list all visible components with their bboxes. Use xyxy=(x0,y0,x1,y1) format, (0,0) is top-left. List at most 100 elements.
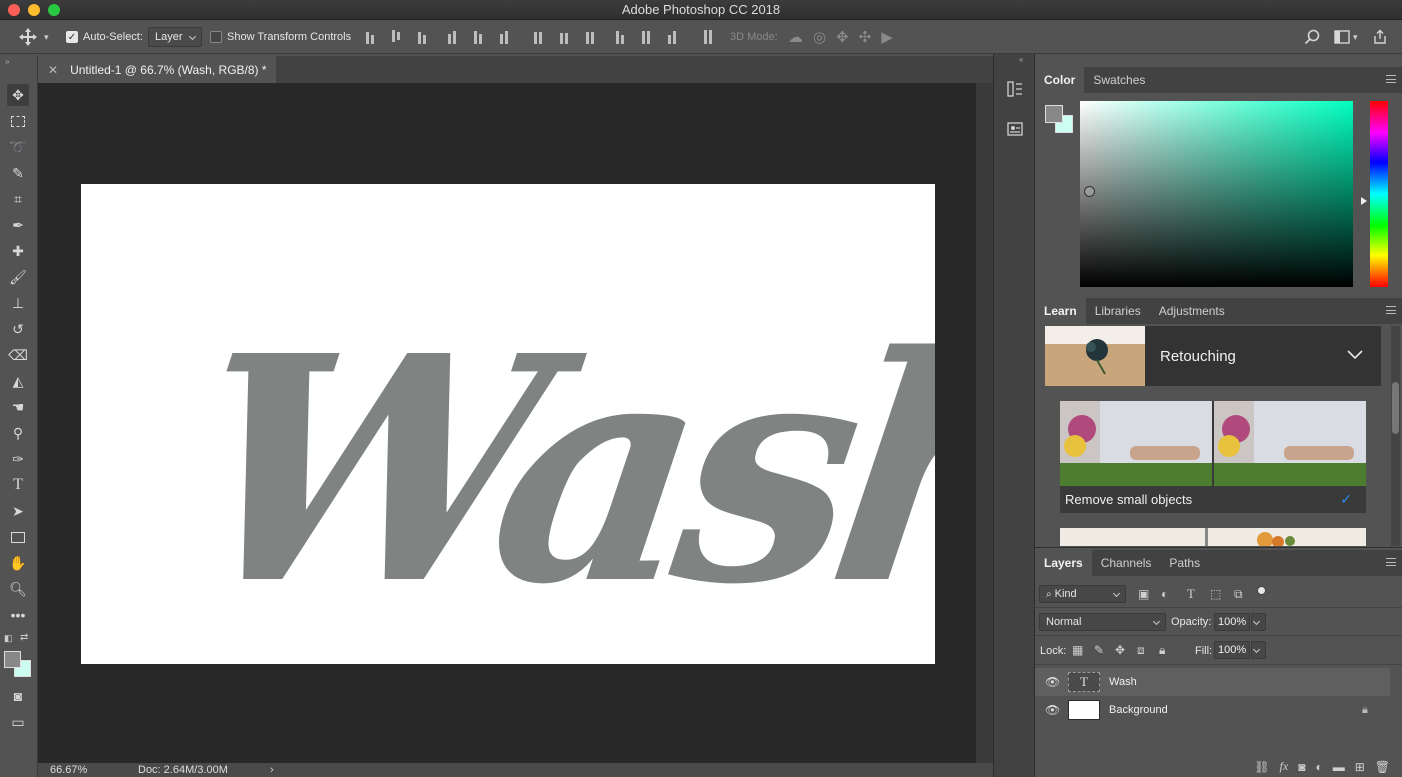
screen-mode-icon[interactable]: ▭ xyxy=(7,711,29,733)
learn-panel-scroll-thumb[interactable] xyxy=(1392,382,1399,434)
zoom-level[interactable]: 66.67% xyxy=(50,764,87,776)
filter-pixel-icon[interactable]: ▣ xyxy=(1138,587,1149,601)
eyedropper-tool-icon[interactable]: ✒ xyxy=(7,214,29,236)
foreground-color-swatch[interactable] xyxy=(4,651,21,668)
tab-layers[interactable]: Layers xyxy=(1035,550,1092,576)
3d-roll-icon[interactable]: ◎ xyxy=(813,28,826,46)
3d-slide-icon[interactable]: ✣ xyxy=(859,28,872,46)
align-left-icon[interactable] xyxy=(444,28,460,44)
default-colors-icon[interactable]: ◧ xyxy=(4,633,13,644)
color-panel-foreground-swatch[interactable] xyxy=(1045,105,1063,123)
tab-adjustments[interactable]: Adjustments xyxy=(1150,298,1234,324)
lock-artboard-icon[interactable]: ⧈ xyxy=(1137,643,1145,658)
move-tool-icon[interactable]: ✥ xyxy=(7,84,29,106)
dodge-tool-icon[interactable]: ⚲ xyxy=(7,422,29,444)
eye-icon[interactable]: 👁︎ xyxy=(1045,703,1060,717)
distribute-right-icon[interactable] xyxy=(664,28,680,44)
pen-tool-icon[interactable]: ✑ xyxy=(7,448,29,470)
align-top-icon[interactable] xyxy=(362,28,378,44)
close-icon[interactable]: ✕ xyxy=(48,63,58,77)
new-layer-icon[interactable]: ⊞ xyxy=(1355,760,1365,774)
distribute-vertical-center-icon[interactable] xyxy=(556,28,572,44)
clone-stamp-tool-icon[interactable]: ⊥ xyxy=(7,292,29,314)
zoom-tool-icon[interactable]: 🔍︎ xyxy=(7,578,29,600)
layer-row-background[interactable]: 👁︎ Background 🔒︎ xyxy=(1035,696,1390,724)
hue-slider-handle[interactable] xyxy=(1361,197,1367,205)
align-bottom-icon[interactable] xyxy=(414,28,430,44)
close-window-button[interactable] xyxy=(8,4,20,16)
color-panel-menu-icon[interactable] xyxy=(1386,75,1396,83)
tab-swatches[interactable]: Swatches xyxy=(1084,67,1154,93)
eye-icon[interactable]: 👁︎ xyxy=(1045,675,1060,689)
link-layers-icon[interactable]: ⛓ xyxy=(1254,760,1269,774)
tab-learn[interactable]: Learn xyxy=(1035,298,1086,324)
distribute-horizontal-center-icon[interactable] xyxy=(638,28,654,44)
properties-panel-icon[interactable] xyxy=(1002,116,1028,142)
collapse-toolbox-icon[interactable]: » xyxy=(5,57,9,66)
history-brush-tool-icon[interactable]: ↺ xyxy=(7,318,29,340)
auto-select-dropdown[interactable]: Layer xyxy=(148,27,202,47)
trash-icon[interactable]: 🗑︎ xyxy=(1375,760,1390,774)
lock-all-icon[interactable]: 🔒︎ xyxy=(1159,643,1165,658)
search-icon[interactable] xyxy=(1304,29,1320,45)
adjustment-layer-icon[interactable]: ◐ xyxy=(1315,760,1322,774)
type-tool-icon[interactable]: T xyxy=(7,474,29,496)
layers-panel-menu-icon[interactable] xyxy=(1386,558,1396,566)
show-transform-control[interactable]: Show Transform Controls xyxy=(210,20,351,54)
document-canvas[interactable]: Wash xyxy=(81,184,1072,664)
layer-name[interactable]: Background xyxy=(1109,704,1168,716)
fx-icon[interactable]: fx xyxy=(1280,759,1289,774)
edit-toolbar-icon[interactable]: ••• xyxy=(7,604,29,626)
brush-tool-icon[interactable]: 🖌 xyxy=(7,266,29,288)
eraser-tool-icon[interactable]: ⌫ xyxy=(7,344,29,366)
canvas-workspace[interactable]: Wash xyxy=(38,83,1072,763)
hand-tool-icon[interactable]: ✋ xyxy=(7,552,29,574)
rectangle-tool-icon[interactable] xyxy=(7,526,29,548)
fill-input[interactable]: 100% xyxy=(1214,641,1250,659)
learn-panel-scrollbar[interactable] xyxy=(1391,326,1400,546)
crop-tool-icon[interactable]: ⌗ xyxy=(7,188,29,210)
learn-tutorial-card[interactable]: Remove small objects ✓ xyxy=(1060,401,1366,513)
color-picker-field[interactable] xyxy=(1080,101,1353,287)
filter-type-icon[interactable]: T xyxy=(1187,586,1195,602)
tab-libraries[interactable]: Libraries xyxy=(1086,298,1150,324)
3d-orbit-icon[interactable]: ☁ xyxy=(788,28,803,46)
new-group-icon[interactable]: ▬ xyxy=(1333,760,1345,774)
filter-shape-icon[interactable]: ⬚ xyxy=(1210,587,1221,601)
color-picker-cursor[interactable] xyxy=(1084,186,1095,197)
learn-section-header[interactable]: Retouching xyxy=(1045,326,1381,386)
tab-color[interactable]: Color xyxy=(1035,67,1085,93)
minimize-window-button[interactable] xyxy=(28,4,40,16)
tab-paths[interactable]: Paths xyxy=(1160,550,1209,576)
layer-name[interactable]: Wash xyxy=(1109,676,1137,688)
collapse-dock-icon[interactable]: « xyxy=(1019,55,1023,64)
align-horizontal-center-icon[interactable] xyxy=(470,28,486,44)
blend-mode-dropdown[interactable]: Normal xyxy=(1039,613,1166,631)
distribute-left-icon[interactable] xyxy=(612,28,628,44)
share-icon[interactable] xyxy=(1372,29,1388,45)
hue-slider[interactable] xyxy=(1370,101,1388,287)
auto-select-control[interactable]: ✓ Auto-Select: xyxy=(66,20,143,54)
paint-bucket-tool-icon[interactable]: ◭ xyxy=(7,370,29,392)
filter-smart-object-icon[interactable]: ⧉ xyxy=(1234,587,1243,602)
opacity-slider-toggle[interactable] xyxy=(1251,613,1266,631)
auto-align-layers-icon[interactable] xyxy=(700,28,716,44)
zoom-window-button[interactable] xyxy=(48,4,60,16)
swap-colors-icon[interactable]: ⇄ xyxy=(20,632,28,643)
document-tab[interactable]: ✕ Untitled-1 @ 66.7% (Wash, RGB/8) * xyxy=(38,56,276,83)
layer-row-wash[interactable]: 👁︎ T Wash xyxy=(1035,668,1390,696)
path-selection-tool-icon[interactable]: ➤ xyxy=(7,500,29,522)
lock-position-icon[interactable]: ✥ xyxy=(1115,643,1125,657)
auto-select-checkbox[interactable]: ✓ xyxy=(66,31,78,43)
learn-panel-menu-icon[interactable] xyxy=(1386,306,1396,314)
chevron-down-icon[interactable] xyxy=(1347,350,1363,360)
history-panel-icon[interactable] xyxy=(1002,76,1028,102)
marquee-tool-icon[interactable] xyxy=(7,110,29,132)
status-menu-arrow-icon[interactable]: › xyxy=(270,764,274,776)
lock-transparent-pixels-icon[interactable]: ▦ xyxy=(1072,643,1083,657)
align-right-icon[interactable] xyxy=(496,28,512,44)
distribute-top-icon[interactable] xyxy=(530,28,546,44)
show-transform-checkbox[interactable] xyxy=(210,31,222,43)
next-tutorial-card[interactable] xyxy=(1060,528,1366,546)
align-vertical-center-icon[interactable] xyxy=(388,28,404,44)
